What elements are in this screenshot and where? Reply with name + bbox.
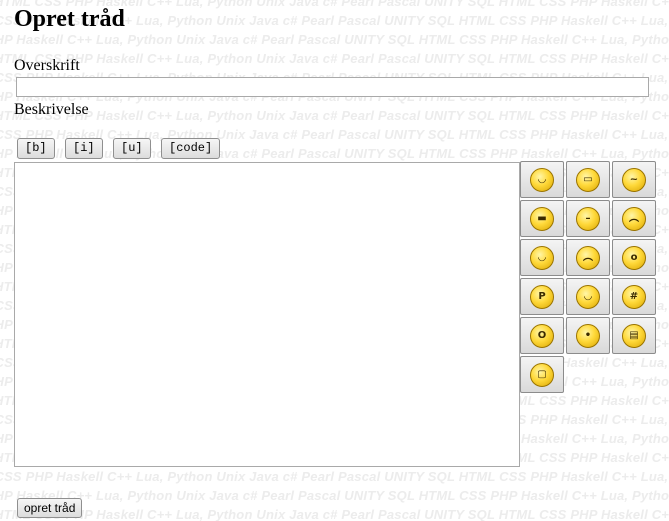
smiley-button[interactable]: ◡ [566,278,610,315]
underline-button[interactable]: [u] [113,138,151,159]
smiley-button[interactable]: ︵ [566,239,610,276]
heading-label: Overskrift [14,57,80,74]
background-text-line: HTML CSS PHP Haskell C++ Lua, Python Uni… [0,507,669,521]
smiley-button[interactable]: P [520,278,564,315]
create-thread-button[interactable]: opret tråd [17,498,83,518]
crying-icon: ▢ [530,362,554,387]
heading-input[interactable] [16,77,649,97]
smile-icon: ◡ [530,167,554,192]
tongue-out-icon: P [530,284,554,309]
background-text-line: HTML CSS PHP Haskell C++ Lua, Python Uni… [0,32,669,47]
background-text-line: HTML CSS PHP Haskell C++ Lua, Python Uni… [0,469,669,484]
code-button[interactable]: [code] [161,138,221,159]
surprised-icon: o [622,245,646,270]
worried-icon: ︵ [622,206,646,231]
bold-button[interactable]: [b] [17,138,55,159]
description-textarea[interactable] [14,162,520,467]
smiley-button[interactable]: o [612,239,656,276]
description-label: Beskrivelse [14,101,89,118]
smiley-button[interactable]: ︵ [612,200,656,237]
teeth-grimace-icon: ▤ [622,323,646,348]
sick-icon: # [622,284,646,309]
page-title: Opret tråd [14,6,125,32]
smiley-button[interactable]: ◡ [520,161,564,198]
smiley-button[interactable]: ▤ [612,317,656,354]
smiley-button[interactable]: – [566,200,610,237]
smiley-button[interactable]: ▭ [566,161,610,198]
grin-icon: ▭ [576,167,600,192]
italic-button[interactable]: [i] [65,138,103,159]
smiley-button[interactable]: ◡ [520,239,564,276]
angry-icon: ︵ [576,245,600,270]
background-text-line: HTML CSS PHP Haskell C++ Lua, Python Uni… [0,108,669,123]
smiley-button[interactable]: ▬ [520,200,564,237]
background-text-line: HTML CSS PHP Haskell C++ Lua, Python Uni… [0,488,669,503]
cool-sunglasses-icon: ▬ [530,206,554,231]
smiley-button[interactable]: ~ [612,161,656,198]
smiley-button[interactable]: • [566,317,610,354]
sweat-icon: ◡ [576,284,600,309]
smiley-button[interactable]: # [612,278,656,315]
shocked-icon: O [530,323,554,348]
neutral-icon: – [576,206,600,231]
smiley-button[interactable]: ▢ [520,356,564,393]
smiley-button[interactable]: O [520,317,564,354]
background-text-line: HTML CSS PHP Haskell C++ Lua, Python Uni… [0,51,669,66]
wink-icon: ◡ [530,245,554,270]
thinking-icon: ~ [622,167,646,192]
kiss-icon: • [576,323,600,348]
